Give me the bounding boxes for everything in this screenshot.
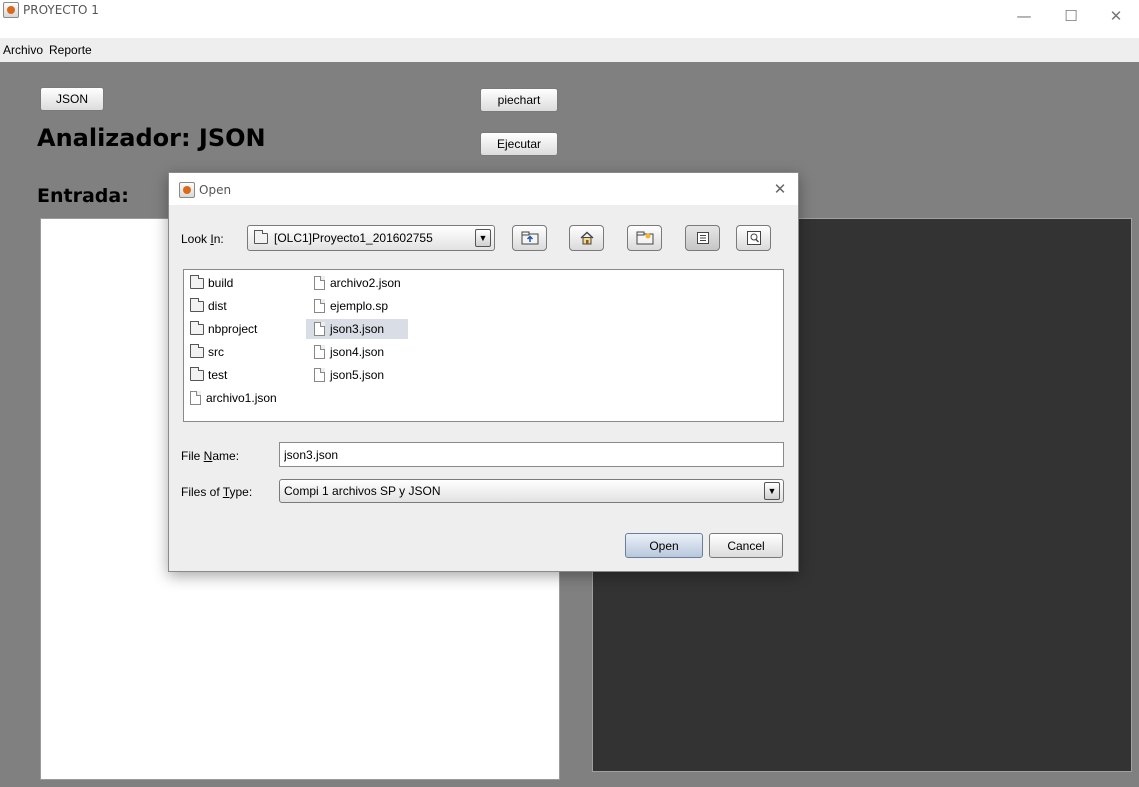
- json-button[interactable]: JSON: [40, 87, 104, 111]
- file-name: json4.json: [330, 345, 385, 359]
- list-item[interactable]: src: [187, 342, 227, 362]
- list-item[interactable]: build: [187, 273, 236, 293]
- home-icon: [580, 231, 593, 245]
- window-title-group: PROYECTO 1: [0, 0, 99, 20]
- file-icon: [314, 299, 325, 313]
- folder-icon: [190, 297, 204, 312]
- file-name: json3.json: [330, 322, 385, 336]
- list-item[interactable]: ejemplo.sp: [311, 296, 391, 316]
- file-icon: [314, 368, 325, 382]
- file-name: build: [208, 276, 234, 290]
- details-view-button[interactable]: [736, 225, 771, 251]
- minimize-button[interactable]: —: [1001, 0, 1047, 32]
- list-item[interactable]: json4.json: [311, 342, 387, 362]
- execute-button[interactable]: Ejecutar: [480, 132, 558, 156]
- file-name: src: [208, 345, 224, 359]
- input-label: Entrada:: [37, 185, 129, 207]
- folder-icon: [254, 229, 268, 244]
- folder-icon: [190, 343, 204, 358]
- window-title-bar: PROYECTO 1 — ☐ ✕: [0, 0, 1139, 38]
- folder-icon: [190, 274, 204, 289]
- file-type-value: Compi 1 archivos SP y JSON: [284, 484, 441, 498]
- folder-icon: [190, 366, 204, 381]
- dialog-close-button[interactable]: ✕: [769, 178, 791, 200]
- file-name-label-text: File: [181, 449, 204, 463]
- menu-reporte[interactable]: Reporte: [46, 43, 95, 57]
- file-icon: [314, 322, 325, 336]
- file-icon: [314, 276, 325, 290]
- open-file-dialog: Open ✕ Look In: [OLC1]Proyecto1_20160275…: [168, 172, 799, 572]
- file-type-label-text: Files of: [181, 485, 223, 499]
- file-name: ejemplo.sp: [330, 299, 389, 313]
- chevron-down-icon[interactable]: ▼: [764, 482, 780, 500]
- file-type-label: Files of Type:: [181, 485, 252, 499]
- analyzer-label: Analizador: JSON: [37, 124, 266, 152]
- file-list[interactable]: build dist nbproject src test archivo1.j…: [183, 269, 784, 422]
- open-button[interactable]: Open: [625, 533, 703, 558]
- file-name: test: [208, 368, 228, 382]
- chevron-down-icon[interactable]: ▼: [475, 229, 491, 247]
- file-icon: [190, 391, 201, 405]
- file-name: json5.json: [330, 368, 385, 382]
- list-item[interactable]: json5.json: [311, 365, 387, 385]
- new-folder-button[interactable]: [627, 225, 662, 251]
- file-type-label-text-end: ype:: [229, 485, 253, 499]
- file-name-label-text-end: ame:: [212, 449, 240, 463]
- folder-up-icon: [521, 231, 538, 245]
- list-item[interactable]: test: [187, 365, 230, 385]
- java-app-icon: [3, 2, 19, 18]
- list-view-button[interactable]: [685, 225, 720, 251]
- dialog-title-bar: Open ✕: [169, 173, 798, 205]
- menu-bar: Archivo Reporte: [0, 38, 1139, 62]
- close-button[interactable]: ✕: [1093, 0, 1139, 32]
- look-in-label-text-end: n:: [213, 232, 224, 246]
- folder-icon: [190, 320, 204, 335]
- home-button[interactable]: [569, 225, 604, 251]
- look-in-value: [OLC1]Proyecto1_201602755: [274, 231, 433, 245]
- file-name-label: File Name:: [181, 449, 239, 463]
- list-view-icon: [696, 232, 709, 244]
- look-in-combo[interactable]: [OLC1]Proyecto1_201602755 ▼: [247, 225, 495, 251]
- dialog-title: Open: [199, 183, 232, 197]
- look-in-label-text: Look: [181, 232, 211, 246]
- window-title: PROYECTO 1: [23, 3, 99, 17]
- list-item-selected[interactable]: json3.json: [306, 319, 408, 339]
- up-one-level-button[interactable]: [512, 225, 547, 251]
- list-item[interactable]: archivo2.json: [311, 273, 404, 293]
- list-item[interactable]: nbproject: [187, 319, 260, 339]
- file-name: archivo1.json: [206, 391, 277, 405]
- file-name: dist: [208, 299, 227, 313]
- file-name: archivo2.json: [330, 276, 401, 290]
- new-folder-icon: [636, 231, 653, 245]
- details-view-icon: [746, 231, 761, 245]
- cancel-button[interactable]: Cancel: [709, 533, 783, 558]
- look-in-label: Look In:: [181, 232, 224, 246]
- list-item[interactable]: archivo1.json: [187, 388, 280, 408]
- file-name: nbproject: [208, 322, 258, 336]
- menu-archivo[interactable]: Archivo: [0, 43, 46, 57]
- list-item[interactable]: dist: [187, 296, 230, 316]
- file-icon: [314, 345, 325, 359]
- dialog-title-group: Open: [179, 182, 231, 198]
- piechart-button[interactable]: piechart: [480, 88, 558, 112]
- java-dialog-icon: [179, 182, 195, 198]
- maximize-button[interactable]: ☐: [1048, 0, 1094, 32]
- file-name-input[interactable]: [279, 442, 784, 467]
- file-type-combo[interactable]: Compi 1 archivos SP y JSON ▼: [279, 479, 784, 503]
